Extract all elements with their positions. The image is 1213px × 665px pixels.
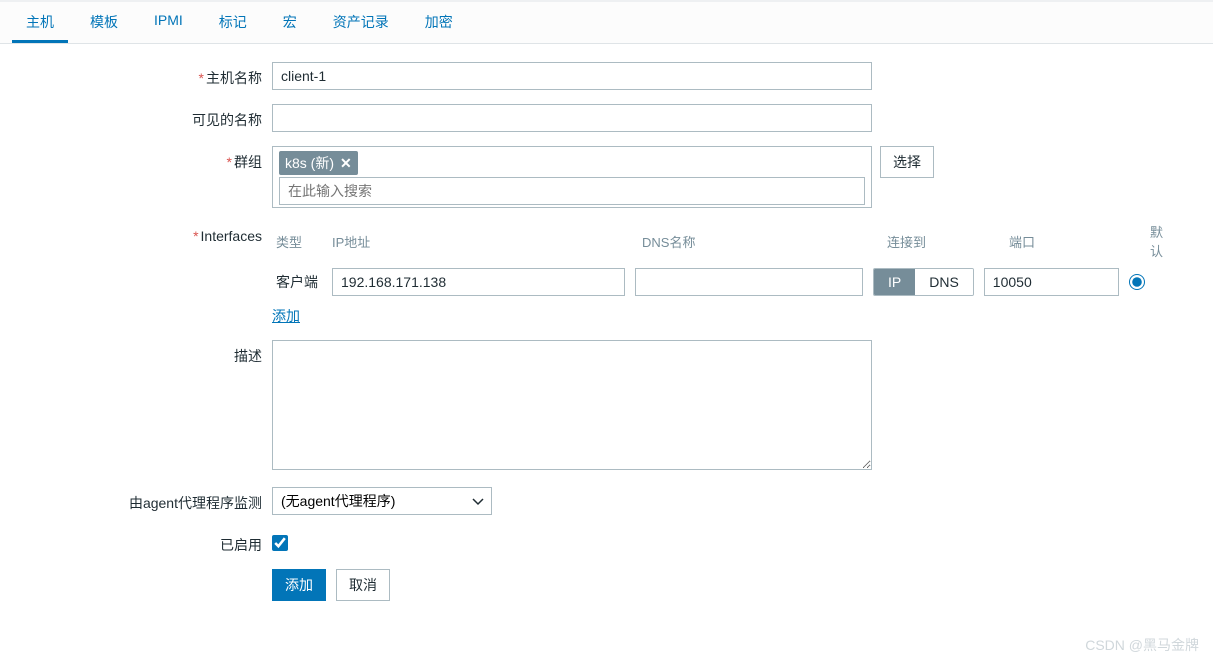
label-interfaces: *Interfaces: [12, 222, 272, 244]
groups-search-input[interactable]: [279, 177, 865, 205]
group-tag-label: k8s (新): [285, 153, 334, 173]
tab-macro[interactable]: 宏: [269, 2, 311, 43]
enabled-checkbox[interactable]: [272, 535, 288, 551]
cancel-button[interactable]: 取消: [336, 569, 390, 601]
hostname-input[interactable]: [272, 62, 872, 90]
watermark: CSDN @黑马金牌: [1085, 635, 1199, 655]
group-tag: k8s (新) ✕: [279, 151, 358, 175]
label-agent-proxy: 由agent代理程序监测: [12, 487, 272, 513]
tab-host[interactable]: 主机: [12, 2, 68, 43]
interface-type-label: 客户端: [272, 272, 332, 292]
header-type: 类型: [272, 232, 332, 251]
label-hostname: *主机名称: [12, 62, 272, 88]
select-groups-button[interactable]: 选择: [880, 146, 934, 178]
host-form: *主机名称 可见的名称 *群组 k8s (新) ✕ 选择 *Interfaces…: [0, 44, 1213, 633]
connect-ip-button[interactable]: IP: [874, 269, 915, 295]
tab-template[interactable]: 模板: [76, 2, 132, 43]
interface-headers: 类型 IP地址 DNS名称 连接到 端口 默认: [272, 222, 1174, 260]
interface-ip-input[interactable]: [332, 268, 625, 296]
add-button[interactable]: 添加: [272, 569, 326, 601]
label-enabled: 已启用: [12, 529, 272, 555]
remove-group-icon[interactable]: ✕: [340, 155, 352, 172]
description-textarea[interactable]: [272, 340, 872, 470]
add-interface-link[interactable]: 添加: [272, 308, 300, 324]
label-description: 描述: [12, 340, 272, 366]
agent-proxy-select[interactable]: (无agent代理程序): [272, 487, 492, 515]
label-groups: *群组: [12, 146, 272, 172]
interface-default-radio[interactable]: [1129, 274, 1145, 290]
header-default: 默认: [1150, 222, 1174, 260]
header-dns: DNS名称: [642, 232, 877, 251]
connect-dns-button[interactable]: DNS: [915, 269, 973, 295]
tab-tag[interactable]: 标记: [205, 2, 261, 43]
interface-dns-input[interactable]: [635, 268, 863, 296]
tab-ipmi[interactable]: IPMI: [140, 2, 197, 43]
connect-to-toggle: IP DNS: [873, 268, 974, 296]
tabs-bar: 主机 模板 IPMI 标记 宏 资产记录 加密: [0, 0, 1213, 44]
visible-name-input[interactable]: [272, 104, 872, 132]
interface-port-input[interactable]: [984, 268, 1119, 296]
header-ip: IP地址: [332, 232, 632, 251]
header-port: 端口: [1009, 232, 1144, 251]
header-connect: 连接到: [887, 232, 999, 251]
interface-row: 客户端 IP DNS: [272, 268, 1174, 296]
tab-inventory[interactable]: 资产记录: [319, 2, 403, 43]
label-visible-name: 可见的名称: [12, 104, 272, 130]
tab-encryption[interactable]: 加密: [411, 2, 467, 43]
groups-tagbox[interactable]: k8s (新) ✕: [272, 146, 872, 208]
